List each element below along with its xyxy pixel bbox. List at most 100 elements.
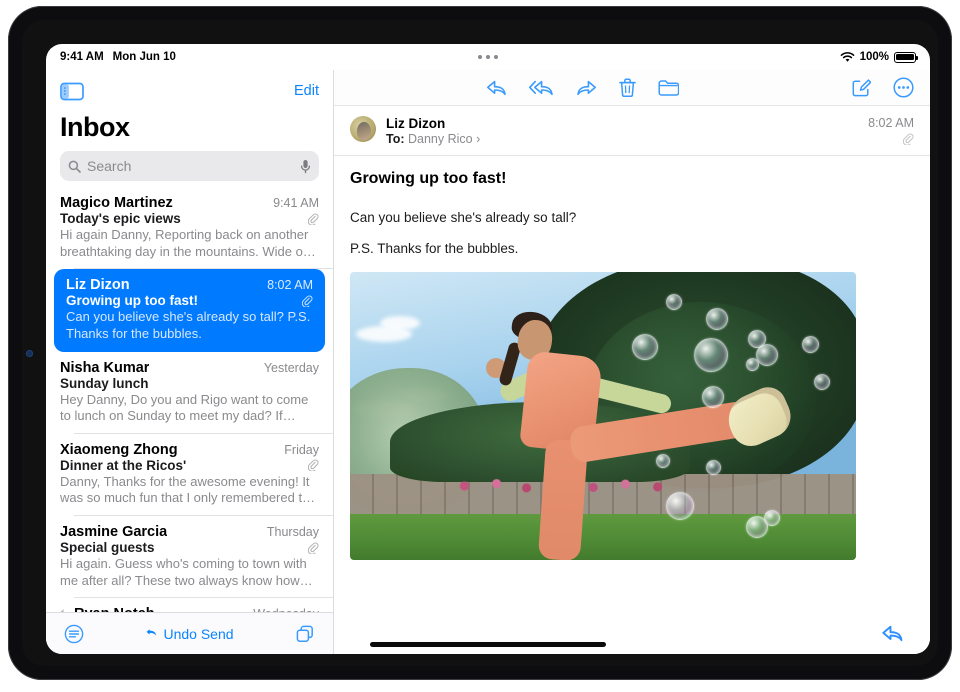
list-item[interactable]: Magico Martinez 9:41 AM Today's epic vie… [46, 187, 333, 270]
status-date: Mon Jun 10 [112, 51, 176, 63]
status-time: 9:41 AM [60, 51, 104, 63]
message-sender: Magico Martinez [60, 195, 173, 211]
message-date: Thursday [266, 525, 319, 539]
undo-send-label: Undo Send [163, 625, 234, 642]
message-preview: Danny, Thanks for the awesome evening! I… [60, 473, 316, 506]
undo-arrow-icon [145, 627, 159, 640]
list-item[interactable]: Xiaomeng Zhong Friday Dinner at the Rico… [46, 434, 333, 516]
paperclip-icon [308, 541, 319, 554]
list-item[interactable]: Ryan Notch Wednesday Out of town Howdy, … [46, 598, 333, 612]
sidebar-toggle-icon[interactable] [60, 82, 84, 101]
message-actions [486, 78, 679, 97]
message-date: Yesterday [263, 360, 319, 375]
bubble [656, 454, 670, 468]
microphone-icon[interactable] [300, 159, 311, 174]
filter-icon[interactable] [64, 624, 84, 644]
message-date: 8:02 AM [267, 278, 313, 293]
paperclip-icon [302, 295, 313, 307]
multitask-dots-icon [486, 55, 490, 59]
forward-icon[interactable] [576, 78, 597, 97]
bubble [694, 338, 728, 372]
message-subject: Sunday lunch [60, 375, 149, 391]
message-sender-name: Liz Dizon [386, 116, 446, 131]
message-subject: Today's epic views [60, 211, 181, 226]
multitask-dots-icon [478, 55, 482, 59]
message-date: 9:41 AM [273, 196, 319, 210]
message-date: Wednesday [253, 607, 319, 612]
wifi-icon [840, 51, 855, 63]
bubble [666, 492, 694, 520]
message-header: Liz Dizon To: Danny Rico › 8:02 AM [334, 106, 930, 156]
message-preview: Hey Danny, Do you and Rigo want to come … [60, 391, 309, 424]
status-bar-right: 100% [840, 51, 918, 63]
search-input[interactable]: Search [60, 151, 319, 181]
message-subject: Growing up too fast! [66, 293, 198, 309]
compose-icon[interactable] [852, 77, 871, 98]
list-item[interactable]: Nisha Kumar Yesterday Sunday lunch Hey D… [46, 352, 333, 434]
message-preview: Hi again Danny, Reporting back on anothe… [60, 227, 316, 259]
message-sender: Nisha Kumar [60, 359, 150, 376]
message-subject: Dinner at the Ricos' [60, 457, 187, 473]
search-placeholder: Search [87, 158, 132, 174]
undo-send-button[interactable]: Undo Send [145, 625, 234, 642]
more-circle-icon[interactable] [893, 77, 914, 98]
message-from-block: Liz Dizon To: Danny Rico › [386, 116, 858, 146]
reply-icon[interactable] [486, 78, 507, 97]
message-detail-pane: Liz Dizon To: Danny Rico › 8:02 AM Growi… [334, 70, 930, 654]
status-bar-left: 9:41 AM Mon Jun 10 [60, 51, 176, 63]
battery-icon [894, 51, 918, 63]
multitask-dots-icon [494, 55, 498, 59]
paperclip-icon [308, 459, 319, 472]
chevron-right-icon: › [476, 132, 481, 146]
bezel-indicator-dot [26, 350, 33, 357]
message-photo-attachment[interactable] [350, 272, 856, 560]
message-sender: Liz Dizon [66, 277, 130, 294]
edit-button[interactable]: Edit [294, 83, 319, 99]
message-date: Friday [284, 442, 319, 457]
message-body: Growing up too fast! Can you believe she… [334, 156, 930, 654]
folder-icon[interactable] [658, 78, 679, 97]
message-subject-heading: Growing up too fast! [350, 170, 507, 187]
bubble [756, 344, 778, 366]
message-sender: Ryan Notch [74, 606, 155, 612]
multitasking-control[interactable] [46, 55, 930, 59]
message-footer [334, 612, 930, 654]
message-recipients[interactable]: To: Danny Rico › [386, 132, 858, 146]
bubble [632, 334, 658, 360]
to-label: To: [386, 132, 405, 146]
battery-percent-label: 100% [859, 51, 889, 63]
message-sender: Jasmine Garcia [60, 524, 168, 540]
message-list[interactable]: Magico Martinez 9:41 AM Today's epic vie… [46, 187, 333, 612]
message-paragraph: Can you believe she's already so tall? [350, 210, 577, 225]
paperclip-icon [868, 133, 914, 145]
message-paragraph: P.S. Thanks for the bubbles. [350, 241, 519, 256]
bubble [746, 358, 759, 371]
message-time: 8:02 AM [868, 116, 914, 130]
split-view: Edit Inbox Search Magico Martinez 9:41 A… [46, 70, 930, 654]
sidebar-bottom-toolbar: Undo Send [46, 612, 333, 654]
page-title: Inbox [60, 112, 130, 142]
copy-stack-icon[interactable] [295, 624, 315, 644]
bubble [666, 294, 682, 310]
home-indicator[interactable] [370, 642, 606, 647]
reply-all-icon[interactable] [529, 78, 554, 97]
recipient-name: Danny Rico [408, 132, 473, 146]
bubble [764, 510, 780, 526]
bubble [702, 386, 724, 408]
message-subject: Special guests [60, 540, 155, 555]
reply-icon[interactable] [881, 624, 904, 643]
message-preview: Hi again. Guess who's coming to town wit… [60, 556, 307, 588]
list-item[interactable]: Jasmine Garcia Thursday Special guests H… [46, 516, 333, 599]
message-toolbar-right [852, 77, 914, 98]
search-icon [68, 160, 81, 173]
message-sender: Xiaomeng Zhong [60, 441, 178, 458]
avatar [350, 116, 376, 142]
trash-icon[interactable] [619, 78, 636, 97]
sidebar-nav-bar: Edit [60, 76, 319, 106]
paperclip-icon [308, 212, 319, 225]
device-frame: 9:41 AM Mon Jun 10 100% Edit Inbox Searc… [8, 6, 952, 680]
message-toolbar [334, 70, 930, 106]
status-bar: 9:41 AM Mon Jun 10 100% [46, 44, 930, 70]
bubble [814, 374, 830, 390]
list-item-selected[interactable]: Liz Dizon 8:02 AM Growing up too fast! C… [54, 269, 325, 352]
